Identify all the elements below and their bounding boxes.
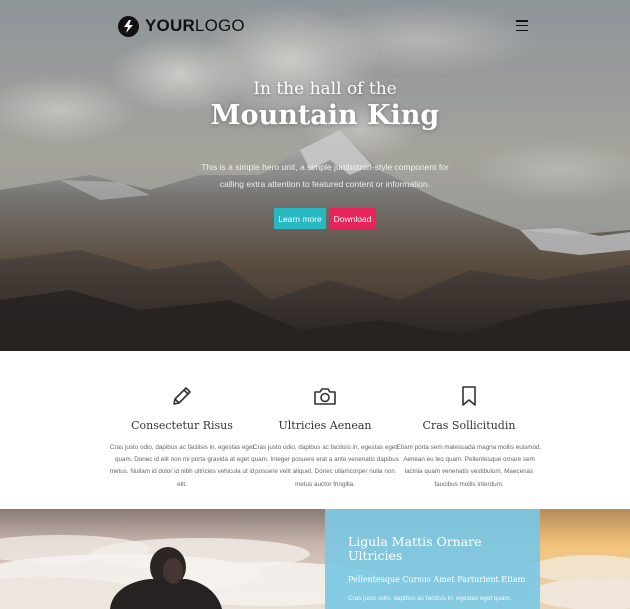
feature-card-3: Cras Sollicitudin Etiam porta sem malesu… xyxy=(394,351,544,491)
logo-text: YOURLOGO xyxy=(145,16,245,35)
panel-title: Ligula Mattis Ornare Ultricies xyxy=(348,534,482,563)
clouds-section: Ligula Mattis Ornare Ultricies Pellentes… xyxy=(0,509,630,609)
feature-text: Cras justo odio, dapibus ac facilisis in… xyxy=(109,444,255,488)
feature-title: Ultricies Aenean xyxy=(278,419,372,432)
hero-section: YOURLOGO In the hall of the Mountain Kin… xyxy=(0,0,630,351)
hero-title: Mountain King xyxy=(210,100,440,131)
panel-subtitle: Pellentesque Cursus Amet Parturient Etia… xyxy=(348,575,526,584)
feature-text: Cras justo odio, dapibus ac facilisis in… xyxy=(251,444,399,488)
hero-description: This is a simple hero unit, a simple jum… xyxy=(201,162,449,189)
feature-card-1: Consectetur Risus Cras justo odio, dapib… xyxy=(107,351,257,491)
logo[interactable]: YOURLOGO xyxy=(118,15,245,37)
features-section: Consectetur Risus Cras justo odio, dapib… xyxy=(0,351,630,509)
bookmark-icon xyxy=(394,385,544,409)
feature-title: Cras Sollicitudin xyxy=(422,419,516,432)
camera-icon xyxy=(250,385,400,409)
hamburger-menu-icon[interactable] xyxy=(516,20,528,32)
learn-more-button[interactable]: Learn more xyxy=(274,208,326,229)
panel-text: Cras justo odio, dapibus ac facilisis in… xyxy=(348,595,512,602)
lightning-bolt-icon xyxy=(118,15,139,37)
download-button[interactable]: Download xyxy=(329,208,376,229)
feature-card-2: Ultricies Aenean Cras justo odio, dapibu… xyxy=(250,351,400,491)
feature-title: Consectetur Risus xyxy=(131,419,233,432)
info-panel: Ligula Mattis Ornare Ultricies Pellentes… xyxy=(325,509,540,609)
feature-text: Etiam porta sem malesuada magna mollis e… xyxy=(396,444,542,488)
hero-subtitle: In the hall of the xyxy=(253,79,397,99)
pencil-icon xyxy=(107,385,257,409)
